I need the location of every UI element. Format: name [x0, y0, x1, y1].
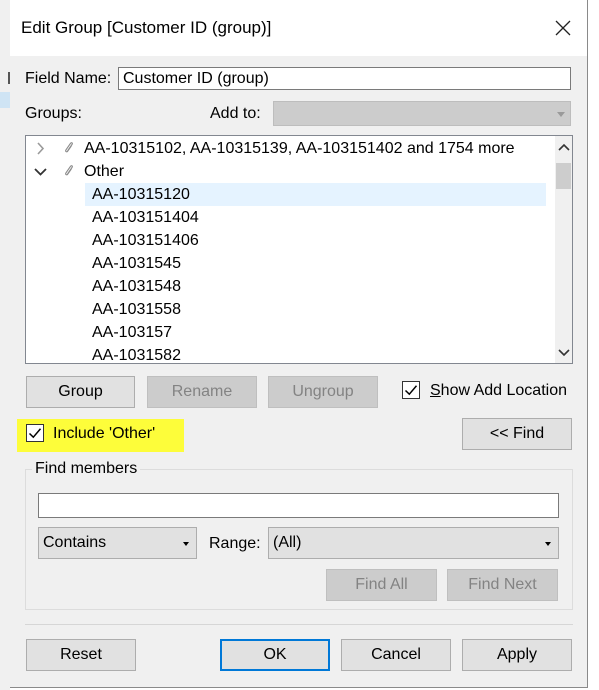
tree-group-label: AA-10315102, AA-10315139, AA-103151402 a…	[84, 140, 515, 157]
chevron-down-icon	[545, 542, 551, 546]
checkmark-icon	[404, 385, 418, 396]
range-label: Range:	[209, 535, 261, 552]
tree-member-item[interactable]: AA-1031545	[85, 252, 546, 275]
scroll-up-button[interactable]	[555, 138, 572, 155]
rename-button[interactable]: Rename	[147, 376, 257, 408]
dialog-title: Edit Group [Customer ID (group)]	[21, 18, 272, 37]
tree-member-item[interactable]: AA-103157	[85, 321, 546, 344]
show-add-location-checkbox[interactable]	[402, 381, 420, 399]
include-other-label: Include 'Other'	[53, 425, 156, 442]
show-add-location-label: Show Add Location	[430, 382, 567, 399]
field-name-label: Field Name:	[25, 70, 112, 87]
groups-tree[interactable]: AA-10315102, AA-10315139, AA-103151402 a…	[25, 135, 573, 364]
tree-member-item[interactable]: AA-103151406	[85, 229, 546, 252]
match-mode-value: Contains	[43, 534, 107, 551]
find-members-legend: Find members	[32, 460, 141, 478]
paperclip-icon	[63, 137, 77, 160]
background-window-edge	[0, 0, 10, 690]
find-next-button[interactable]: Find Next	[447, 569, 558, 601]
tree-member-item[interactable]: AA-103151404	[85, 206, 546, 229]
checkmark-icon	[28, 428, 42, 439]
paperclip-icon	[63, 160, 77, 183]
edit-group-dialog: Edit Group [Customer ID (group)] Field N…	[10, 0, 588, 688]
add-to-select[interactable]	[273, 101, 571, 126]
scroll-thumb[interactable]	[556, 163, 571, 189]
find-members-input[interactable]	[38, 493, 559, 518]
expand-chevron-icon[interactable]	[32, 137, 48, 160]
close-button[interactable]	[539, 0, 587, 56]
background-fragment	[0, 92, 10, 108]
include-other-checkbox[interactable]	[26, 424, 44, 442]
ungroup-button[interactable]: Ungroup	[268, 376, 378, 408]
close-icon	[555, 20, 571, 36]
reset-button[interactable]: Reset	[26, 639, 136, 671]
scroll-down-button[interactable]	[555, 344, 572, 361]
tree-member-item[interactable]: AA-1031558	[85, 298, 546, 321]
range-value: (All)	[273, 534, 302, 551]
find-all-button[interactable]: Find All	[326, 569, 437, 601]
group-button[interactable]: Group	[26, 376, 135, 408]
range-select[interactable]: (All)	[268, 527, 559, 559]
background-fragment	[2, 72, 10, 84]
match-mode-select[interactable]: Contains	[38, 527, 197, 559]
tree-group-label: Other	[84, 163, 125, 180]
chevron-up-icon	[557, 143, 570, 151]
tree-member-item[interactable]: AA-1031548	[85, 275, 546, 298]
add-to-label: Add to:	[210, 105, 261, 122]
divider	[25, 624, 573, 625]
tree-scrollbar[interactable]	[555, 136, 572, 363]
collapse-chevron-icon[interactable]	[32, 160, 48, 183]
tree-member-item[interactable]: AA-1031582	[85, 344, 546, 363]
apply-button[interactable]: Apply	[462, 639, 572, 671]
find-toggle-button[interactable]: << Find	[462, 418, 572, 450]
chevron-down-icon	[557, 348, 570, 356]
field-name-input[interactable]: Customer ID (group)	[118, 67, 571, 90]
tree-member-item[interactable]: AA-10315120	[85, 183, 546, 206]
ok-button[interactable]: OK	[220, 639, 330, 671]
chevron-down-icon	[557, 112, 565, 117]
groups-label: Groups:	[25, 105, 82, 122]
chevron-down-icon	[183, 542, 189, 546]
title-bar: Edit Group [Customer ID (group)]	[10, 0, 587, 56]
cancel-button[interactable]: Cancel	[341, 639, 451, 671]
